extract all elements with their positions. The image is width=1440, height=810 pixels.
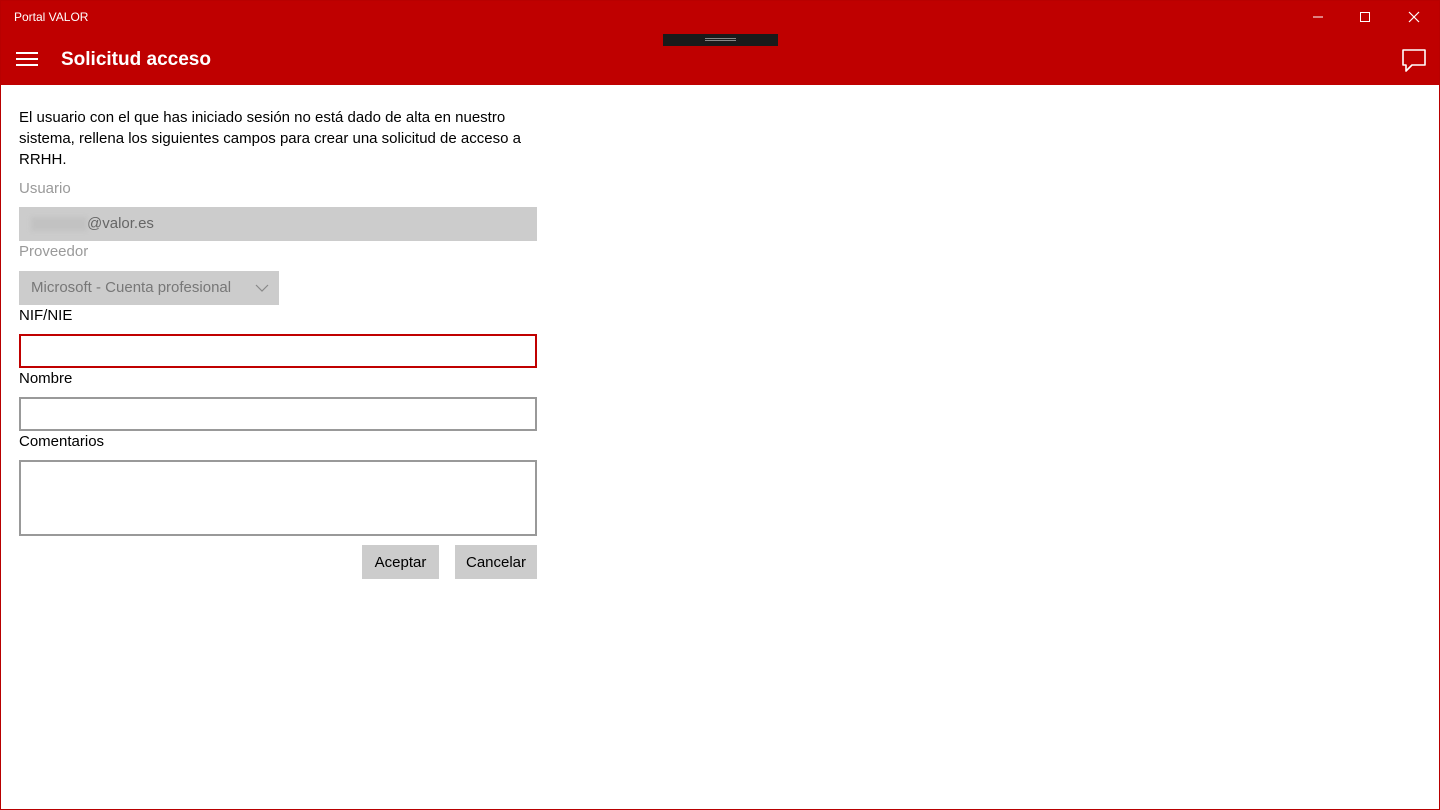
minimize-icon <box>1313 16 1323 18</box>
hamburger-line <box>16 58 38 60</box>
app-window: Portal VALOR Solicitud acceso El usuario… <box>0 0 1440 810</box>
nif-input[interactable] <box>19 334 537 368</box>
chat-bubble-icon <box>1402 49 1426 72</box>
cancel-button[interactable]: Cancelar <box>455 545 537 579</box>
accept-button[interactable]: Aceptar <box>362 545 439 579</box>
maximize-button[interactable] <box>1342 1 1388 33</box>
app-title: Portal VALOR <box>14 10 89 24</box>
grip-icon <box>705 38 736 41</box>
chevron-down-icon <box>255 271 269 318</box>
hamburger-line <box>16 64 38 66</box>
minimize-button[interactable] <box>1295 1 1341 33</box>
intro-text: El usuario con el que has iniciado sesió… <box>19 109 521 168</box>
comentarios-label: Comentarios <box>19 433 105 450</box>
nombre-label: Nombre <box>19 370 73 387</box>
redacted-username <box>31 217 87 232</box>
hamburger-menu-button[interactable] <box>11 43 43 75</box>
proveedor-selected: Microsoft - Cuenta profesional <box>31 279 232 296</box>
title-bar[interactable]: Portal VALOR <box>1 1 1439 33</box>
proveedor-select[interactable]: Microsoft - Cuenta profesional <box>19 271 279 305</box>
proveedor-label: Proveedor <box>19 243 89 260</box>
close-button[interactable] <box>1391 1 1437 33</box>
usuario-field: @valor.es <box>19 207 537 241</box>
comentarios-textarea[interactable] <box>19 460 537 536</box>
usuario-label: Usuario <box>19 180 71 197</box>
nombre-input[interactable] <box>19 397 537 431</box>
drag-handle[interactable] <box>663 34 778 46</box>
maximize-icon <box>1360 12 1370 22</box>
hamburger-menu-icon <box>16 52 38 54</box>
close-icon <box>1408 11 1420 23</box>
usuario-value: @valor.es <box>87 215 154 232</box>
page-title: Solicitud acceso <box>61 49 211 70</box>
nif-label: NIF/NIE <box>19 307 73 324</box>
feedback-button[interactable] <box>1399 45 1429 75</box>
